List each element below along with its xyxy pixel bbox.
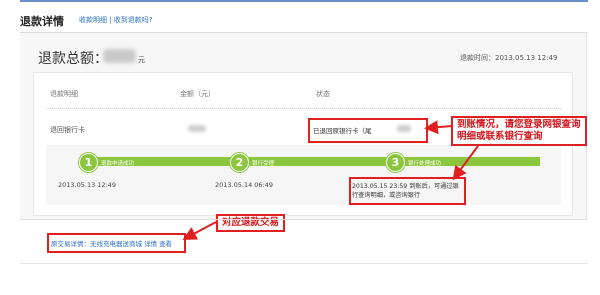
refund-total-amount-redacted xyxy=(103,49,136,63)
step-1-label: 退款申请成功 xyxy=(101,161,135,167)
column-header-status: 状态 xyxy=(316,90,330,98)
bank-status-text: 已退回原银行卡（尾 xyxy=(313,127,372,135)
page-title: 退款详情 xyxy=(20,15,64,28)
footer-divider xyxy=(20,263,588,264)
step-1-time: 2013.05.13 12:49 xyxy=(58,181,117,189)
step-2-badge: 2 xyxy=(230,153,249,172)
step-2-time: 2013.05.14 06:49 xyxy=(215,181,274,189)
annotation-bank-query: 到账情况，请您登录网银查询明细或联系银行查询 xyxy=(451,116,587,146)
arrival-note: 2013.05.15 23:59 到账后，可通过银行查询明细，或咨询银行 xyxy=(352,183,459,199)
original-transaction-link[interactable]: 原交易详情：无线充电器送商城 详情 查看 xyxy=(51,238,172,248)
bottom-divider xyxy=(20,219,588,220)
refund-time: 退款时间：2013.05.13 12:49 xyxy=(460,54,558,62)
bank-card-tail-redacted xyxy=(397,125,411,132)
progress-tracker xyxy=(46,145,561,205)
currency-unit: 元 xyxy=(138,56,145,64)
step-2-label: 银行受理 xyxy=(252,161,275,167)
step-3-badge: 3 xyxy=(386,153,405,172)
header-links[interactable]: 收款明细 | 收到退款吗? xyxy=(79,15,153,25)
step-1-badge: 1 xyxy=(79,153,98,172)
arrow-to-original-transaction xyxy=(182,221,217,240)
top-accent-line xyxy=(20,0,588,2)
step-3-label: 银行处理成功 xyxy=(408,161,442,167)
table-divider xyxy=(46,108,561,109)
annotation-matching-transaction: 对应退款交易 xyxy=(216,214,286,232)
row-label-bank-card: 退回银行卡 xyxy=(50,126,85,134)
row-amount-redacted xyxy=(188,125,206,132)
refund-total-label: 退款总额： xyxy=(38,51,108,67)
column-header-amount: 金额（元） xyxy=(180,90,215,98)
column-header-detail: 退款明细 xyxy=(50,90,78,98)
